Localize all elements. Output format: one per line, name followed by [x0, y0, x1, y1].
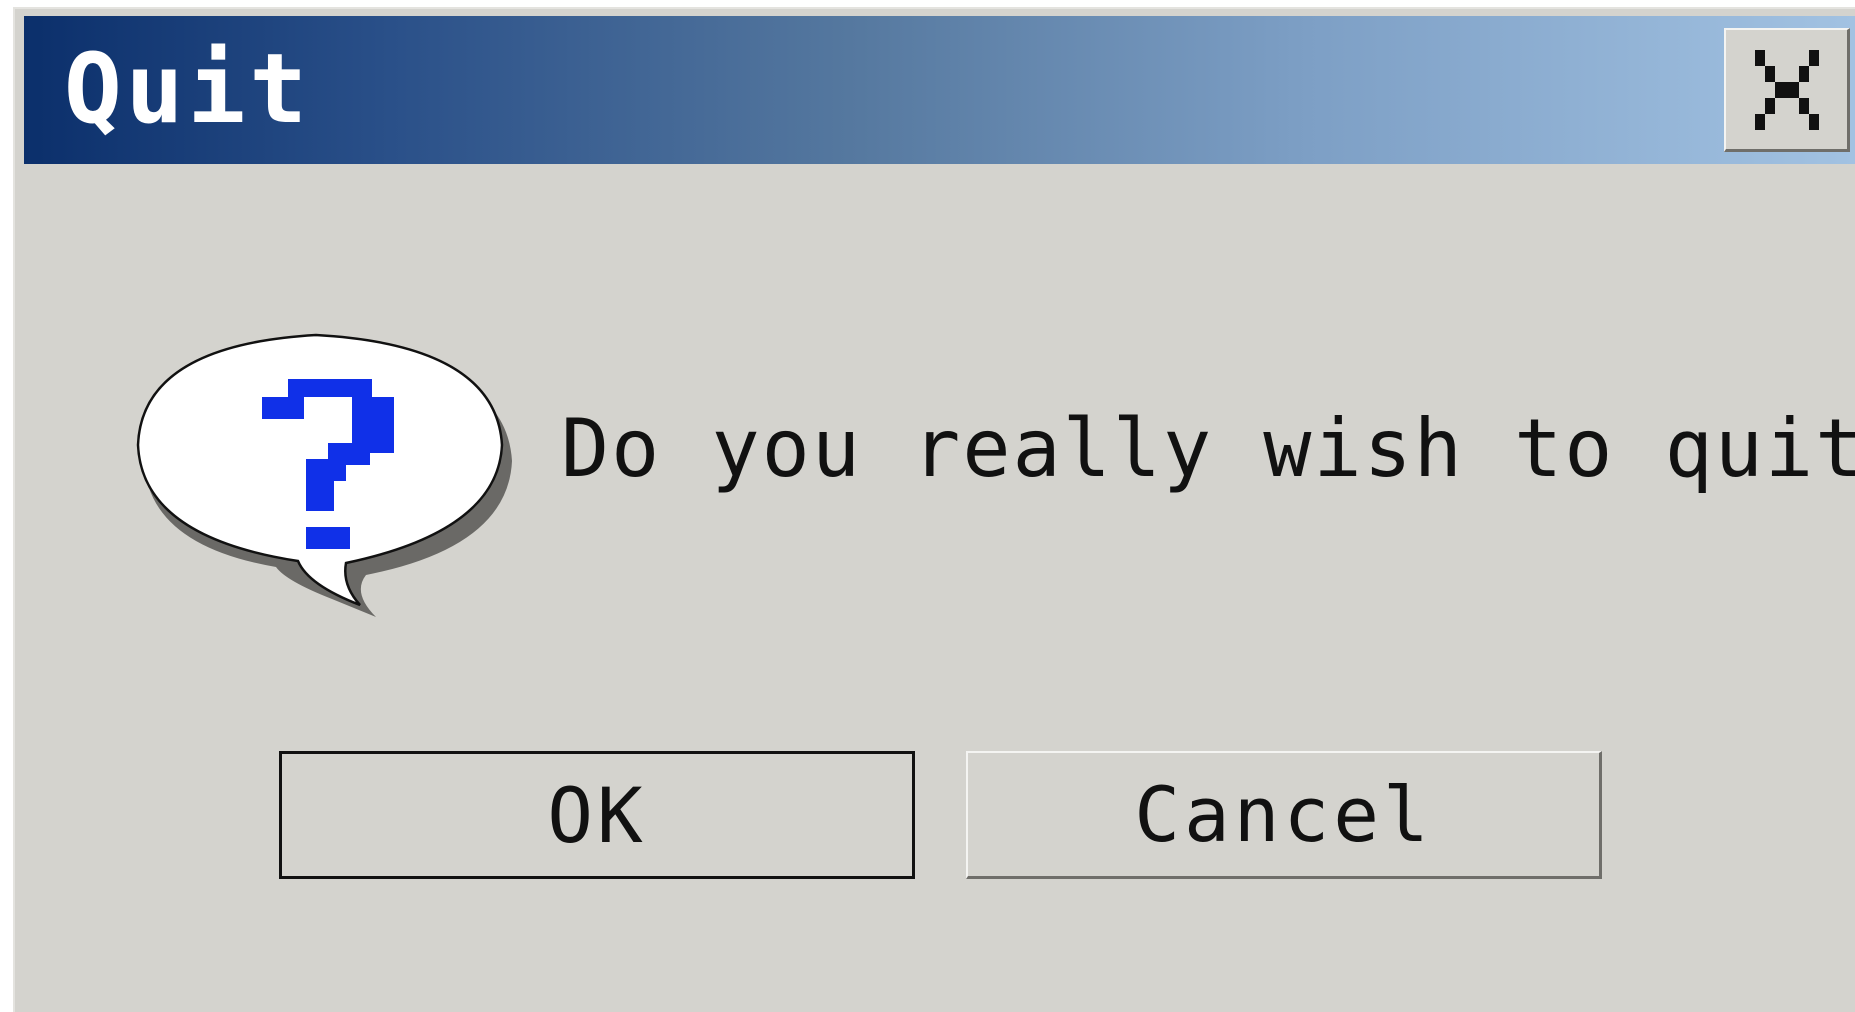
- cancel-button-label: Cancel: [1134, 770, 1433, 859]
- ok-button-label: OK: [547, 770, 647, 860]
- question-bubble-icon: [128, 323, 528, 653]
- close-icon: [1754, 49, 1819, 130]
- title-bar[interactable]: Quit X: [24, 16, 1855, 164]
- dialog-title: Quit: [64, 33, 312, 145]
- ok-button[interactable]: OK: [279, 751, 915, 879]
- dialog-message: Do you really wish to quit?: [561, 402, 1855, 495]
- close-button[interactable]: X: [1724, 28, 1850, 152]
- cancel-button[interactable]: Cancel: [966, 751, 1602, 879]
- quit-dialog: Quit X: [13, 7, 1855, 1012]
